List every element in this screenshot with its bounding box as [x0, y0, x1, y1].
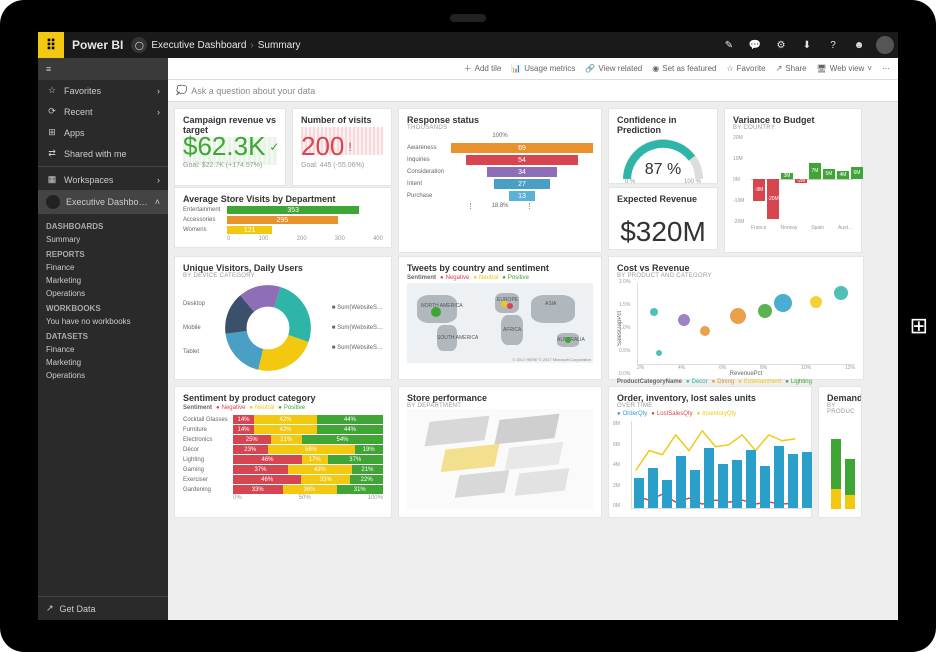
funnel-row: Awareness69: [407, 143, 593, 153]
view-related-button[interactable]: 🔗View related: [585, 64, 642, 73]
sidebar: ≡ ☆Favorites› ⟳Recent› ⊞Apps ⇄Shared wit…: [38, 58, 168, 620]
share-icon: ⇄: [46, 148, 58, 159]
sidebar-section-head: REPORTS: [46, 250, 160, 259]
help-icon[interactable]: ?: [820, 32, 846, 58]
tile-tweets-map[interactable]: Tweets by country and sentiment Sentimen…: [398, 256, 602, 380]
add-tile-button[interactable]: ＋Add tile: [464, 63, 502, 74]
tile-campaign-revenue[interactable]: Campaign revenue vs target $62.3K✓ Goal:…: [174, 108, 286, 186]
funnel-row: Consideration34: [407, 167, 593, 177]
windows-logo-icon: ⊞: [910, 313, 928, 339]
sidebar-link[interactable]: Finance: [46, 343, 160, 356]
hbar-row: Entertainment353: [183, 206, 383, 214]
dashboard-toolbar: ＋Add tile 📊Usage metrics 🔗View related ◉…: [168, 58, 898, 80]
breadcrumb-workspace[interactable]: Executive Dashboard: [151, 40, 246, 51]
breadcrumb-page[interactable]: Summary: [258, 40, 301, 51]
sidebar-link[interactable]: Marketing: [46, 274, 160, 287]
set-featured-button[interactable]: ◉Set as featured: [652, 64, 716, 73]
clock-icon: ⟳: [46, 106, 58, 117]
feedback-icon[interactable]: ☻: [846, 32, 872, 58]
stacked-row: Décor23%58%19%: [183, 445, 383, 454]
funnel-row: Inquiries54: [407, 155, 593, 165]
chevron-up-icon: ˄: [155, 197, 160, 207]
tile-store-visits[interactable]: Average Store Visits by Department Enter…: [174, 187, 392, 248]
nav-apps[interactable]: ⊞Apps: [38, 122, 168, 143]
workspace-avatar-icon: ◯: [131, 37, 147, 53]
tile-unique-visitors[interactable]: Unique Visitors, Daily Users BY DEVICE C…: [174, 256, 392, 380]
chat-icon[interactable]: 💬: [742, 32, 768, 58]
isometric-floorplan: [407, 409, 593, 509]
sidebar-section-head: DASHBOARDS: [46, 222, 160, 231]
gear-icon[interactable]: ⚙: [768, 32, 794, 58]
nav-recent[interactable]: ⟳Recent›: [38, 101, 168, 122]
sidebar-section-head: DATASETS: [46, 332, 160, 341]
top-bar: ⠿ Power BI ◯ Executive Dashboard › Summa…: [38, 32, 898, 58]
tile-number-visits[interactable]: Number of visits 200! Goal: 445 (-55.06%…: [292, 108, 392, 186]
brand-title: Power BI: [64, 38, 131, 52]
get-data-button[interactable]: ↗Get Data: [38, 596, 168, 620]
tile-sentiment-category[interactable]: Sentiment by product category SentimentN…: [174, 386, 392, 518]
tile-cost-revenue[interactable]: Cost vs Revenue BY PRODUCT AND CATEGORY …: [608, 256, 864, 380]
stacked-row: Gaming37%43%21%: [183, 465, 383, 474]
sidebar-link[interactable]: Summary: [46, 233, 160, 246]
tile-expected-revenue[interactable]: Expected Revenue $320M: [608, 187, 718, 250]
hbar-row: Accessories295: [183, 216, 383, 224]
tile-order-inventory[interactable]: Order, inventory, lost sales units OVER …: [608, 386, 812, 518]
stacked-row: Lighting46%17%37%: [183, 455, 383, 464]
main-content: ＋Add tile 📊Usage metrics 🔗View related ◉…: [168, 58, 898, 620]
sidebar-link[interactable]: Operations: [46, 369, 160, 382]
stacked-row: Cocktail Glasses14%42%44%: [183, 415, 383, 424]
qna-input[interactable]: 💭Ask a question about your data: [168, 80, 898, 102]
tile-demand[interactable]: Demand BY PRODUC: [818, 386, 862, 518]
nav-workspaces[interactable]: ▦Workspaces›: [38, 169, 168, 190]
stacked-row: Gardening33%36%31%: [183, 485, 383, 494]
active-workspace[interactable]: Executive Dashbo…˄: [38, 190, 168, 214]
sidebar-link[interactable]: Marketing: [46, 356, 160, 369]
download-icon[interactable]: ⬇: [794, 32, 820, 58]
tile-store-performance[interactable]: Store performance BY DEPARTMENT: [398, 386, 602, 518]
chat-bubble-icon: 💭: [176, 85, 187, 96]
stacked-row: Exerciser46%33%22%: [183, 475, 383, 484]
arrow-icon: ↗: [46, 603, 54, 614]
nav-favorites[interactable]: ☆Favorites›: [38, 80, 168, 101]
tile-confidence-gauge[interactable]: Confidence in Prediction 87 % 0 %100 %: [608, 108, 718, 184]
sidebar-link[interactable]: Finance: [46, 261, 160, 274]
sidebar-link[interactable]: Operations: [46, 287, 160, 300]
more-icon[interactable]: ⋯: [882, 64, 890, 73]
web-view-button[interactable]: 🖥Web view ˅: [817, 64, 872, 73]
sidebar-collapse-button[interactable]: ≡: [38, 58, 168, 80]
hbar-row: Womens121: [183, 226, 383, 234]
usage-metrics-button[interactable]: 📊Usage metrics: [511, 64, 575, 73]
apps-icon: ⊞: [46, 127, 58, 138]
stacked-row: Electronics25%21%54%: [183, 435, 383, 444]
sidebar-link[interactable]: You have no workbooks: [46, 315, 160, 328]
workspace-icon: ▦: [46, 174, 58, 185]
star-icon: ☆: [46, 85, 58, 96]
world-map: NORTH AMERICA SOUTH AMERICA EUROPE AFRIC…: [407, 283, 593, 363]
stacked-row: Furniture14%42%44%: [183, 425, 383, 434]
powerbi-logo-icon[interactable]: ⠿: [38, 32, 64, 58]
favorite-button[interactable]: ☆Favorite: [727, 64, 766, 73]
edit-icon[interactable]: ✎: [716, 32, 742, 58]
share-button[interactable]: ↗Share: [776, 64, 807, 73]
sidebar-section-head: WORKBOOKS: [46, 304, 160, 313]
user-avatar[interactable]: [872, 32, 898, 58]
nav-shared[interactable]: ⇄Shared with me: [38, 143, 168, 164]
